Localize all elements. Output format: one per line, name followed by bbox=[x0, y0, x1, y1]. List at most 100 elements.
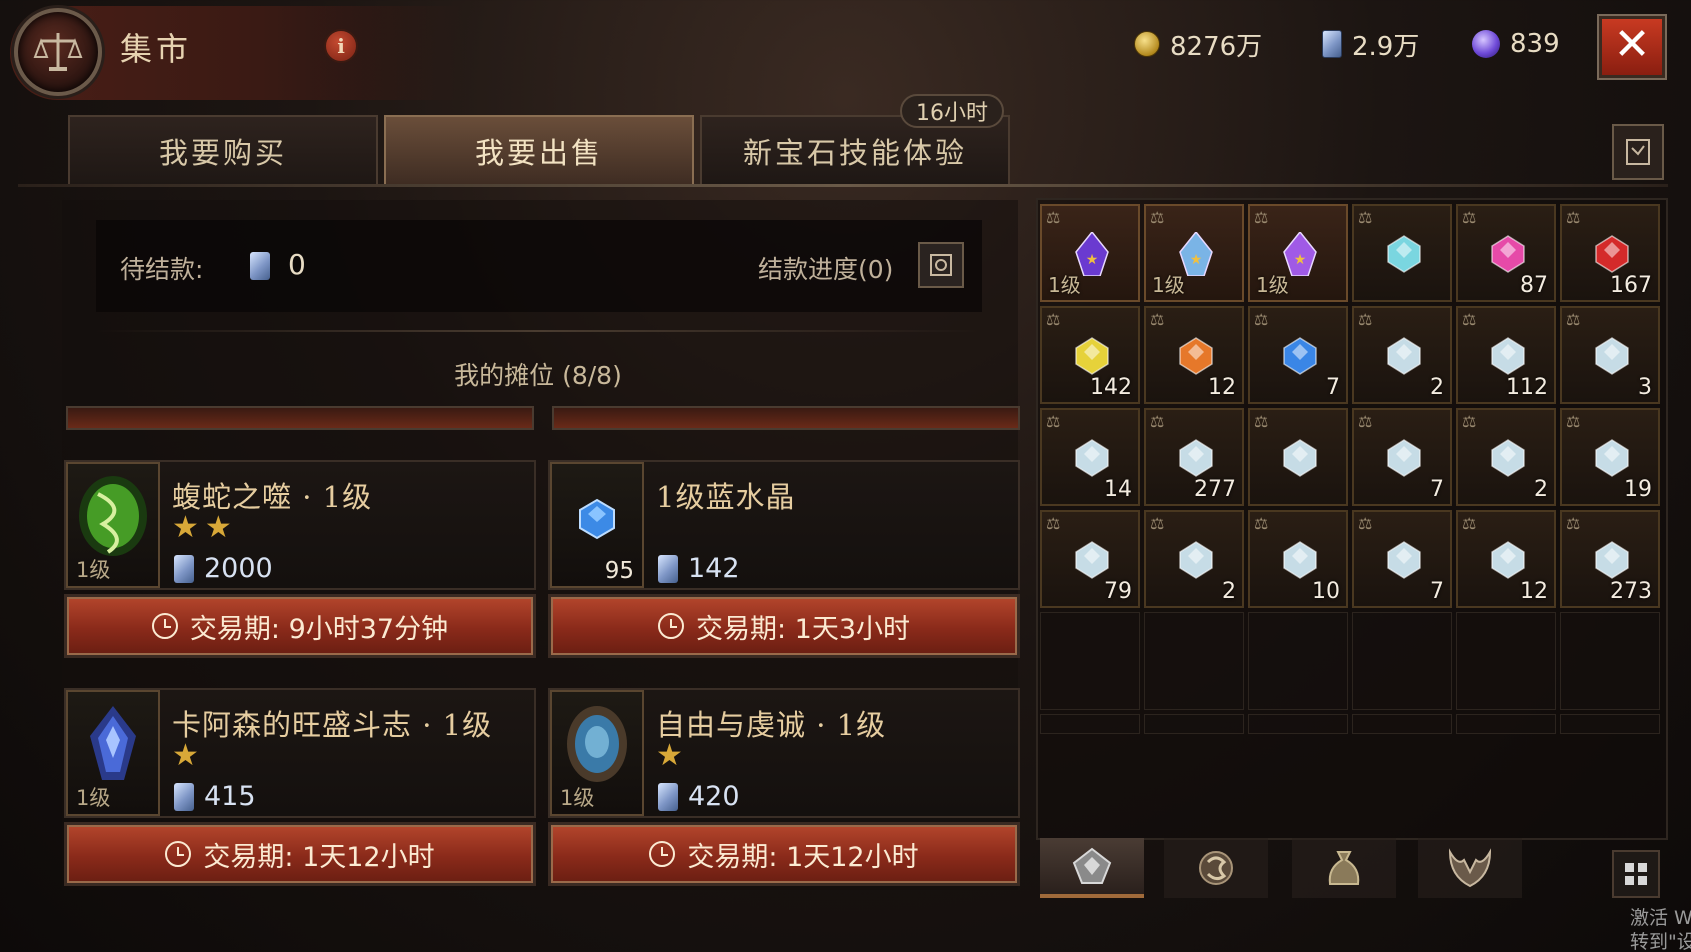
inventory-slot[interactable]: ⚖ 2 bbox=[1144, 510, 1244, 608]
inventory-slot[interactable]: ⚖ 2 bbox=[1456, 408, 1556, 506]
tradeable-icon: ⚖ bbox=[1566, 514, 1581, 533]
filter-skills[interactable] bbox=[1164, 838, 1268, 898]
settlement-progress-label: 结款进度(0) bbox=[758, 255, 894, 284]
svg-text:★: ★ bbox=[1190, 252, 1203, 268]
inventory-slot-empty[interactable] bbox=[1144, 714, 1244, 734]
history-button[interactable] bbox=[1612, 124, 1664, 180]
gem-icon bbox=[1387, 235, 1421, 273]
filter-bags[interactable] bbox=[1292, 838, 1396, 898]
inventory-slot[interactable]: ⚖ 142 bbox=[1040, 306, 1140, 404]
platinum-icon bbox=[174, 554, 194, 583]
inventory-slot[interactable]: ⚖ 19 bbox=[1560, 408, 1660, 506]
pending-value: 0 bbox=[288, 248, 306, 281]
serpent-gem-icon bbox=[79, 476, 147, 556]
tradeable-icon: ⚖ bbox=[1150, 310, 1165, 329]
trade-period-bar: 交易期: 1天12小时 bbox=[548, 822, 1020, 886]
tradeable-icon: ⚖ bbox=[1254, 412, 1269, 431]
item-level: 1级 bbox=[76, 558, 111, 582]
item-quantity: 112 bbox=[1506, 375, 1548, 400]
tab-buy[interactable]: 我要购买 bbox=[68, 115, 378, 185]
trade-period-bar: 交易期: 9小时37分钟 bbox=[64, 594, 536, 658]
inventory-slot[interactable]: ⚖ 79 bbox=[1040, 510, 1140, 608]
inventory-slot[interactable]: ⚖ 14 bbox=[1040, 408, 1140, 506]
inventory-slot[interactable]: ⚖ 112 bbox=[1456, 306, 1556, 404]
gem-filter-icon bbox=[1072, 847, 1112, 884]
listing-thumbnail[interactable]: 95 bbox=[550, 462, 644, 588]
inventory-slot[interactable]: ⚖ 87 bbox=[1456, 204, 1556, 302]
inventory-slot[interactable]: ⚖ 3 bbox=[1560, 306, 1660, 404]
tradeable-icon: ⚖ bbox=[1254, 310, 1269, 329]
gold-amount: 8276万 bbox=[1170, 31, 1263, 62]
listing-price: 2000 bbox=[174, 553, 273, 584]
tradeable-icon: ⚖ bbox=[1462, 310, 1477, 329]
star-rating: ★ bbox=[172, 738, 205, 773]
close-button[interactable]: ✕ bbox=[1599, 16, 1665, 78]
inventory-slot[interactable]: ⚖ bbox=[1248, 408, 1348, 506]
inventory-slot-empty[interactable] bbox=[1352, 612, 1452, 710]
listing-thumbnail[interactable]: 1级 bbox=[66, 690, 160, 816]
tradeable-icon: ⚖ bbox=[1254, 208, 1269, 227]
inventory-slot[interactable]: ⚖ ★ 1级 bbox=[1040, 204, 1140, 302]
tradeable-icon: ⚖ bbox=[1462, 208, 1477, 227]
inventory-slot[interactable]: ⚖ 7 bbox=[1352, 408, 1452, 506]
tradeable-icon: ⚖ bbox=[1566, 208, 1581, 227]
tradeable-icon: ⚖ bbox=[1358, 310, 1373, 329]
inventory-slot[interactable]: ⚖ 7 bbox=[1352, 510, 1452, 608]
trade-period: 交易期: 9小时37分钟 bbox=[189, 613, 449, 645]
inventory-slot[interactable]: ⚖ 12 bbox=[1456, 510, 1556, 608]
listing-thumbnail[interactable]: 1级 bbox=[550, 690, 644, 816]
inventory-slot[interactable]: ⚖ 277 bbox=[1144, 408, 1244, 506]
legendary-gem-icon bbox=[90, 706, 136, 780]
inventory-slot-empty[interactable] bbox=[1040, 612, 1140, 710]
gem-icon bbox=[1075, 439, 1109, 477]
info-button[interactable]: i bbox=[324, 29, 358, 63]
tradeable-icon: ⚖ bbox=[1046, 412, 1061, 431]
inventory-slot-empty[interactable] bbox=[1040, 714, 1140, 734]
grid-icon bbox=[1625, 863, 1647, 885]
ledger-icon bbox=[930, 254, 952, 276]
inventory-slot-empty[interactable] bbox=[1352, 714, 1452, 734]
inventory-slot-empty[interactable] bbox=[1560, 714, 1660, 734]
clock-icon bbox=[657, 613, 684, 639]
timer-badge: 16小时 bbox=[900, 94, 1004, 128]
gem-icon bbox=[1595, 541, 1629, 579]
inventory-slot[interactable]: ⚖ 12 bbox=[1144, 306, 1244, 404]
inventory-slot[interactable]: ⚖ ★ 1级 bbox=[1248, 204, 1348, 302]
gem-icon bbox=[1491, 337, 1525, 375]
filter-demons[interactable] bbox=[1418, 838, 1522, 898]
item-quantity: 273 bbox=[1610, 579, 1652, 604]
inventory-slot[interactable]: ⚖ 10 bbox=[1248, 510, 1348, 608]
tradeable-icon: ⚖ bbox=[1566, 412, 1581, 431]
item-quantity: 10 bbox=[1312, 579, 1340, 604]
scales-icon bbox=[33, 33, 83, 71]
item-quantity: 12 bbox=[1208, 375, 1236, 400]
tradeable-icon: ⚖ bbox=[1254, 514, 1269, 533]
tradeable-icon: ⚖ bbox=[1358, 208, 1373, 227]
item-quantity: 7 bbox=[1326, 375, 1340, 400]
inventory-slot[interactable]: ⚖ bbox=[1352, 204, 1452, 302]
platinum-amount: 2.9万 bbox=[1352, 31, 1420, 62]
scroll-icon bbox=[1626, 139, 1650, 165]
inventory-slot-empty[interactable] bbox=[1456, 612, 1556, 710]
gem-icon bbox=[1179, 541, 1213, 579]
trade-period-bar: 交易期: 1天12小时 bbox=[64, 822, 536, 886]
item-quantity: 2 bbox=[1430, 375, 1444, 400]
inventory-slot-empty[interactable] bbox=[1560, 612, 1660, 710]
settlement-progress-button[interactable] bbox=[918, 242, 964, 288]
inventory-slot[interactable]: ⚖ 7 bbox=[1248, 306, 1348, 404]
listing-thumbnail[interactable]: 1级 bbox=[66, 462, 160, 588]
inventory-slot[interactable]: ⚖ ★ 1级 bbox=[1144, 204, 1244, 302]
inventory-slot-empty[interactable] bbox=[1248, 612, 1348, 710]
star-rating: ★★ bbox=[172, 510, 238, 545]
grid-view-button[interactable] bbox=[1612, 850, 1660, 898]
inventory-slot-empty[interactable] bbox=[1456, 714, 1556, 734]
item-quantity: 79 bbox=[1104, 579, 1132, 604]
item-quantity: 12 bbox=[1520, 579, 1548, 604]
inventory-slot-empty[interactable] bbox=[1144, 612, 1244, 710]
inventory-slot[interactable]: ⚖ 273 bbox=[1560, 510, 1660, 608]
filter-gems[interactable] bbox=[1040, 838, 1144, 898]
tab-sell[interactable]: 我要出售 bbox=[384, 115, 694, 185]
inventory-slot-empty[interactable] bbox=[1248, 714, 1348, 734]
inventory-slot[interactable]: ⚖ 2 bbox=[1352, 306, 1452, 404]
inventory-slot[interactable]: ⚖ 167 bbox=[1560, 204, 1660, 302]
